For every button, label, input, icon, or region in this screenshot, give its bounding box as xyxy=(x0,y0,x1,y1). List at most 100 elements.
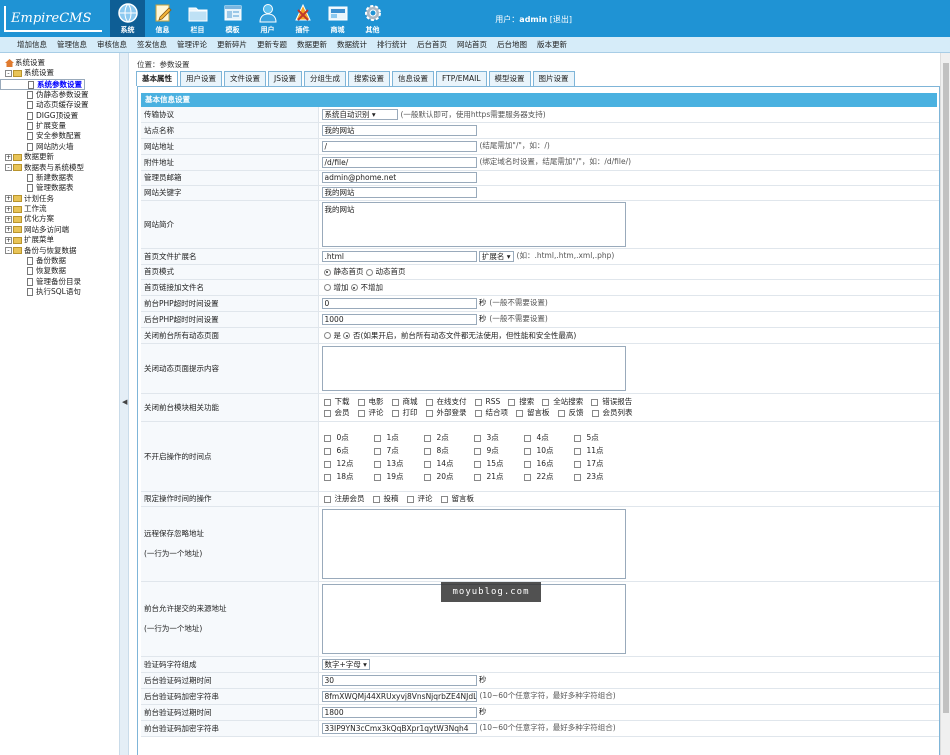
subnav-item[interactable]: 版本更新 xyxy=(532,37,572,52)
checkbox[interactable] xyxy=(523,447,531,455)
topnav-plugin[interactable]: 插件 xyxy=(285,0,320,37)
module-option[interactable]: 结合项 xyxy=(473,407,508,418)
checkbox[interactable] xyxy=(523,434,531,442)
checkbox[interactable] xyxy=(542,398,550,406)
close-dynamic-yes-radio[interactable] xyxy=(323,332,331,339)
hour-option[interactable]: 18点 xyxy=(322,470,372,483)
index-link-noadd-radio[interactable] xyxy=(350,284,358,291)
checkbox[interactable] xyxy=(557,409,565,417)
topnav-template[interactable]: 模板 xyxy=(215,0,250,37)
hour-option[interactable]: 23点 xyxy=(572,470,622,483)
topnav-system[interactable]: 系统 xyxy=(110,0,145,37)
module-option[interactable]: 下载 xyxy=(322,396,350,407)
checkbox[interactable] xyxy=(474,409,482,417)
sidebar-item[interactable]: 新建数据表 xyxy=(0,173,119,183)
php-timeout-front-input[interactable]: 0 xyxy=(321,297,477,309)
sidebar-item[interactable]: - 系统设置 xyxy=(0,68,119,78)
sidebar-item[interactable]: + 优化方案 xyxy=(0,214,119,224)
checkbox[interactable] xyxy=(391,409,399,417)
sidebar-item[interactable]: + 计划任务 xyxy=(0,194,119,204)
checkbox[interactable] xyxy=(373,460,381,468)
topnav-shop[interactable]: 商城 xyxy=(320,0,355,37)
checkbox[interactable] xyxy=(373,447,381,455)
hour-option[interactable]: 14点 xyxy=(422,457,472,470)
subnav-item[interactable]: 增加信息 xyxy=(12,37,52,52)
tab-item[interactable]: 搜索设置 xyxy=(347,71,390,86)
subnav-item[interactable]: 排行统计 xyxy=(372,37,412,52)
module-option[interactable]: 打印 xyxy=(390,407,418,418)
scrollbar-thumb[interactable] xyxy=(943,63,949,713)
sidebar-item[interactable]: 网站防火墙 xyxy=(0,142,119,152)
checkbox[interactable] xyxy=(473,473,481,481)
checkbox[interactable] xyxy=(573,447,581,455)
sidebar-item[interactable]: 伪静态参数设置 xyxy=(0,90,119,100)
module-option[interactable]: 反馈 xyxy=(556,407,584,418)
sidebar-item[interactable]: 恢复数据 xyxy=(0,266,119,276)
checkbox[interactable] xyxy=(573,460,581,468)
module-option[interactable]: 会员列表 xyxy=(590,407,633,418)
checkbox[interactable] xyxy=(372,495,380,503)
expand-toggle-icon[interactable]: - xyxy=(5,247,12,255)
hour-option[interactable]: 8点 xyxy=(422,444,472,457)
sidebar-item[interactable]: 备份数据 xyxy=(0,256,119,266)
expand-toggle-icon[interactable]: + xyxy=(5,236,12,244)
tab-item[interactable]: FTP/EMAIL xyxy=(435,71,487,86)
site-name-input[interactable]: 我的网站 xyxy=(321,124,477,136)
hour-option[interactable]: 6点 xyxy=(322,444,372,457)
topnav-user[interactable]: 用户 xyxy=(250,0,285,37)
hour-option[interactable]: 16点 xyxy=(522,457,572,470)
checkbox[interactable] xyxy=(391,398,399,406)
sidebar-item[interactable]: 动态页缓存设置 xyxy=(0,100,119,110)
tab-item[interactable]: 信息设置 xyxy=(391,71,434,86)
hour-option[interactable]: 20点 xyxy=(422,470,472,483)
hour-option[interactable]: 0点 xyxy=(322,431,372,444)
tab-item[interactable]: 基本属性 xyxy=(136,71,178,86)
limit-op-option[interactable]: 注册会员 xyxy=(322,493,365,504)
sidebar-item[interactable]: - 备份与恢复数据 xyxy=(0,246,119,256)
checkbox[interactable] xyxy=(473,460,481,468)
index-link-add-radio[interactable] xyxy=(323,284,331,291)
checkbox[interactable] xyxy=(373,473,381,481)
checkbox[interactable] xyxy=(357,398,365,406)
checkbox[interactable] xyxy=(423,434,431,442)
sidebar-item[interactable]: + 扩展菜单 xyxy=(0,235,119,245)
hour-option[interactable]: 2点 xyxy=(422,431,472,444)
index-ext-input[interactable]: .html xyxy=(321,250,477,262)
hour-option[interactable]: 19点 xyxy=(372,470,422,483)
module-option[interactable]: 全站搜索 xyxy=(540,396,583,407)
subnav-item[interactable]: 签发信息 xyxy=(132,37,172,52)
checkbox[interactable] xyxy=(323,434,331,442)
expand-toggle-icon[interactable]: + xyxy=(5,195,12,203)
hour-option[interactable]: 1点 xyxy=(372,431,422,444)
hour-option[interactable]: 22点 xyxy=(522,470,572,483)
checkbox[interactable] xyxy=(423,460,431,468)
hour-option[interactable]: 5点 xyxy=(572,431,622,444)
checkbox[interactable] xyxy=(508,398,516,406)
sidebar-item[interactable]: 系统参数设置 xyxy=(0,78,85,90)
captcha-expire-back-input[interactable]: 30 xyxy=(321,674,477,686)
hour-option[interactable]: 3点 xyxy=(472,431,522,444)
checkbox[interactable] xyxy=(440,495,448,503)
sidebar-item[interactable]: + 网站多访问端 xyxy=(0,225,119,235)
hour-option[interactable]: 13点 xyxy=(372,457,422,470)
checkbox[interactable] xyxy=(357,409,365,417)
site-url-input[interactable]: / xyxy=(321,140,477,152)
checkbox[interactable] xyxy=(591,409,599,417)
tree-root[interactable]: 系统设置 xyxy=(0,58,119,68)
module-option[interactable]: 评论 xyxy=(356,407,384,418)
sidebar-item[interactable]: 管理备份目录 xyxy=(0,277,119,287)
topnav-other[interactable]: 其他 xyxy=(355,0,390,37)
checkbox[interactable] xyxy=(323,398,331,406)
sidebar-item[interactable]: 扩展变量 xyxy=(0,121,119,131)
module-option[interactable]: 留言板 xyxy=(514,407,550,418)
module-option[interactable]: 外部登录 xyxy=(424,407,467,418)
sidebar-item[interactable]: + 数据更新 xyxy=(0,152,119,162)
checkbox[interactable] xyxy=(573,473,581,481)
checkbox[interactable] xyxy=(323,409,331,417)
checkbox[interactable] xyxy=(573,434,581,442)
hour-option[interactable]: 10点 xyxy=(522,444,572,457)
topnav-info[interactable]: 信息 xyxy=(145,0,180,37)
sidebar-item[interactable]: DIGG顶设置 xyxy=(0,111,119,121)
remote-ignore-textarea[interactable] xyxy=(321,508,626,579)
captcha-key-front-input[interactable]: 33IP9YN3cCmx3kQqBXpr1qytW3Nqh4 xyxy=(321,722,477,734)
